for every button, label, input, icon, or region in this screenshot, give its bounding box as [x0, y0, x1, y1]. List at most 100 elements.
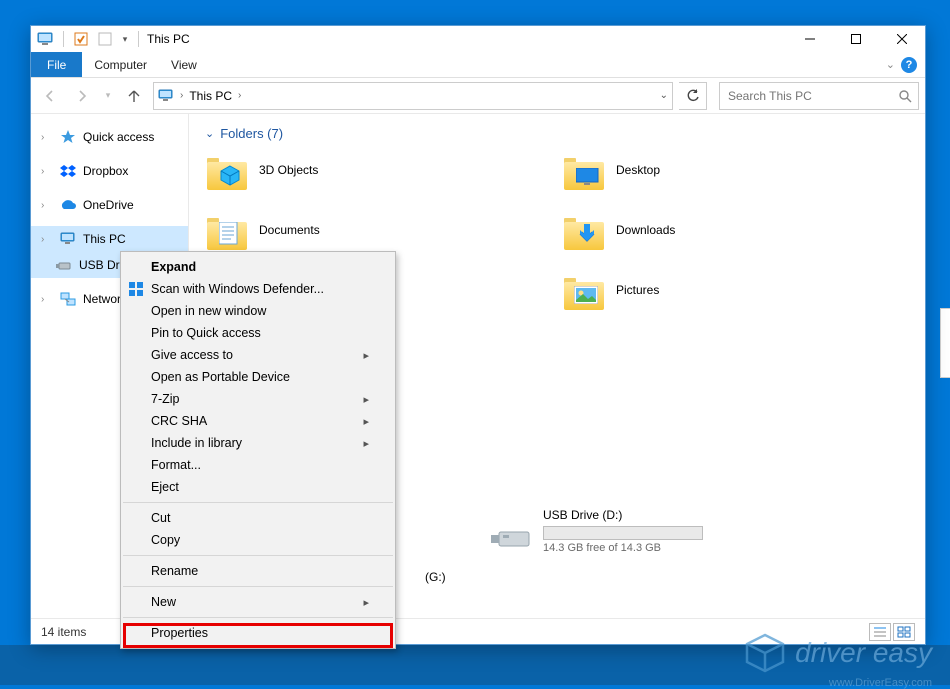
ctx-separator	[123, 502, 393, 503]
nav-recent-dropdown[interactable]: ▾	[101, 82, 115, 110]
tree-label: Quick access	[83, 130, 154, 144]
tree-item-this-pc[interactable]: › This PC	[31, 226, 188, 252]
star-icon	[59, 129, 77, 145]
ctx-7zip[interactable]: 7-Zip▸	[121, 388, 395, 410]
monitor-icon	[158, 89, 174, 103]
breadcrumb-this-pc[interactable]: This PC	[189, 89, 232, 103]
ctx-open-portable-device[interactable]: Open as Portable Device	[121, 366, 395, 388]
qat-item-2[interactable]	[94, 28, 116, 50]
ctx-open-new-window[interactable]: Open in new window	[121, 300, 395, 322]
maximize-button[interactable]	[833, 26, 879, 52]
minimize-button[interactable]	[787, 26, 833, 52]
folder-icon	[205, 148, 249, 192]
ctx-scan-defender[interactable]: Scan with Windows Defender...	[121, 278, 395, 300]
ctx-copy[interactable]: Copy	[121, 529, 395, 551]
drive-capacity-bar	[543, 526, 703, 540]
chevron-down-icon: ⌄	[205, 127, 214, 140]
status-item-count: 14 items	[41, 625, 86, 639]
expand-chevron-icon[interactable]: ›	[41, 200, 53, 211]
nav-up-button[interactable]	[121, 82, 147, 110]
ctx-crc-sha[interactable]: CRC SHA▸	[121, 410, 395, 432]
search-input[interactable]	[726, 88, 898, 104]
monitor-icon	[59, 232, 77, 246]
nav-forward-button[interactable]	[69, 82, 95, 110]
ctx-rename[interactable]: Rename	[121, 560, 395, 582]
file-tab[interactable]: File	[31, 52, 82, 77]
view-large-icons-button[interactable]	[893, 623, 915, 641]
submenu-arrow-icon: ▸	[363, 393, 369, 406]
cloud-icon	[59, 199, 77, 211]
close-button[interactable]	[879, 26, 925, 52]
ctx-separator	[123, 586, 393, 587]
chevron-right-icon[interactable]: ›	[238, 90, 241, 101]
folder-label: Desktop	[616, 163, 660, 177]
window-title: This PC	[147, 32, 190, 46]
qat-dropdown[interactable]: ▾	[118, 28, 132, 50]
ctx-include-library[interactable]: Include in library▸	[121, 432, 395, 454]
help-icon[interactable]: ?	[901, 57, 917, 73]
tree-label: This PC	[83, 232, 126, 246]
ctx-eject[interactable]: Eject	[121, 476, 395, 498]
screen-edge-hint	[940, 308, 950, 378]
ctx-properties[interactable]: Properties	[121, 622, 395, 644]
ribbon-collapse-chevron-icon[interactable]: ⌄	[886, 58, 895, 71]
network-icon	[59, 292, 77, 306]
expand-chevron-icon[interactable]: ›	[41, 294, 53, 305]
folder-icon	[205, 208, 249, 252]
expand-chevron-icon[interactable]: ›	[41, 132, 53, 143]
navbar: ▾ › This PC › ⌄	[31, 78, 925, 114]
qat-item-1[interactable]	[70, 28, 92, 50]
tree-label: Dropbox	[83, 164, 128, 178]
folder-label: Pictures	[616, 283, 659, 297]
folder-3d-objects[interactable]: 3D Objects	[205, 145, 552, 195]
drive-usb[interactable]: USB Drive (D:) 14.3 GB free of 14.3 GB	[489, 508, 703, 554]
ctx-cut[interactable]: Cut	[121, 507, 395, 529]
folder-icon	[562, 268, 606, 312]
folder-icon	[562, 208, 606, 252]
desktop-taskbar-area	[0, 645, 950, 685]
folder-label: Downloads	[616, 223, 675, 237]
expand-chevron-icon[interactable]: ›	[41, 234, 53, 245]
search-box[interactable]	[719, 82, 919, 110]
chevron-right-icon[interactable]: ›	[180, 90, 183, 101]
folder-desktop[interactable]: Desktop	[562, 145, 909, 195]
usb-drive-icon	[489, 508, 533, 554]
ctx-separator	[123, 617, 393, 618]
address-dropdown-icon[interactable]: ⌄	[660, 90, 668, 101]
tree-item-quick-access[interactable]: › Quick access	[31, 124, 188, 150]
nav-back-button[interactable]	[37, 82, 63, 110]
tab-view[interactable]: View	[159, 52, 209, 77]
ctx-give-access-to[interactable]: Give access to▸	[121, 344, 395, 366]
tree-item-dropbox[interactable]: › Dropbox	[31, 158, 188, 184]
view-switcher	[869, 623, 915, 641]
expand-chevron-icon[interactable]: ›	[41, 166, 53, 177]
drive-title: USB Drive (D:)	[543, 508, 703, 522]
refresh-button[interactable]	[679, 82, 707, 110]
folder-documents[interactable]: Documents	[205, 205, 552, 255]
quick-access-toolbar: ▾	[35, 28, 143, 50]
folders-group-header[interactable]: ⌄ Folders (7)	[205, 126, 909, 141]
drive-info: USB Drive (D:) 14.3 GB free of 14.3 GB	[543, 508, 703, 554]
ctx-pin-quick-access[interactable]: Pin to Quick access	[121, 322, 395, 344]
ribbon-tabs: File Computer View ⌄ ?	[31, 52, 925, 78]
folder-pictures[interactable]: Pictures	[562, 265, 909, 315]
context-menu: Expand Scan with Windows Defender... Ope…	[120, 251, 396, 649]
address-bar[interactable]: › This PC › ⌄	[153, 82, 673, 110]
ctx-new[interactable]: New▸	[121, 591, 395, 613]
drive-free-label: 14.3 GB free of 14.3 GB	[543, 542, 703, 554]
folder-downloads[interactable]: Downloads	[562, 205, 909, 255]
folders-header-label: Folders (7)	[220, 126, 283, 141]
tab-computer[interactable]: Computer	[82, 52, 159, 77]
view-details-button[interactable]	[869, 623, 891, 641]
ctx-separator	[123, 555, 393, 556]
submenu-arrow-icon: ▸	[363, 437, 369, 450]
folder-icon	[562, 148, 606, 192]
titlebar: ▾ This PC	[31, 26, 925, 52]
partial-drive-label[interactable]: (G:)	[425, 570, 446, 584]
ctx-expand[interactable]: Expand	[121, 256, 395, 278]
window-controls	[787, 26, 925, 52]
folder-label: 3D Objects	[259, 163, 318, 177]
folder-label: Documents	[259, 223, 320, 237]
ctx-format[interactable]: Format...	[121, 454, 395, 476]
tree-item-onedrive[interactable]: › OneDrive	[31, 192, 188, 218]
